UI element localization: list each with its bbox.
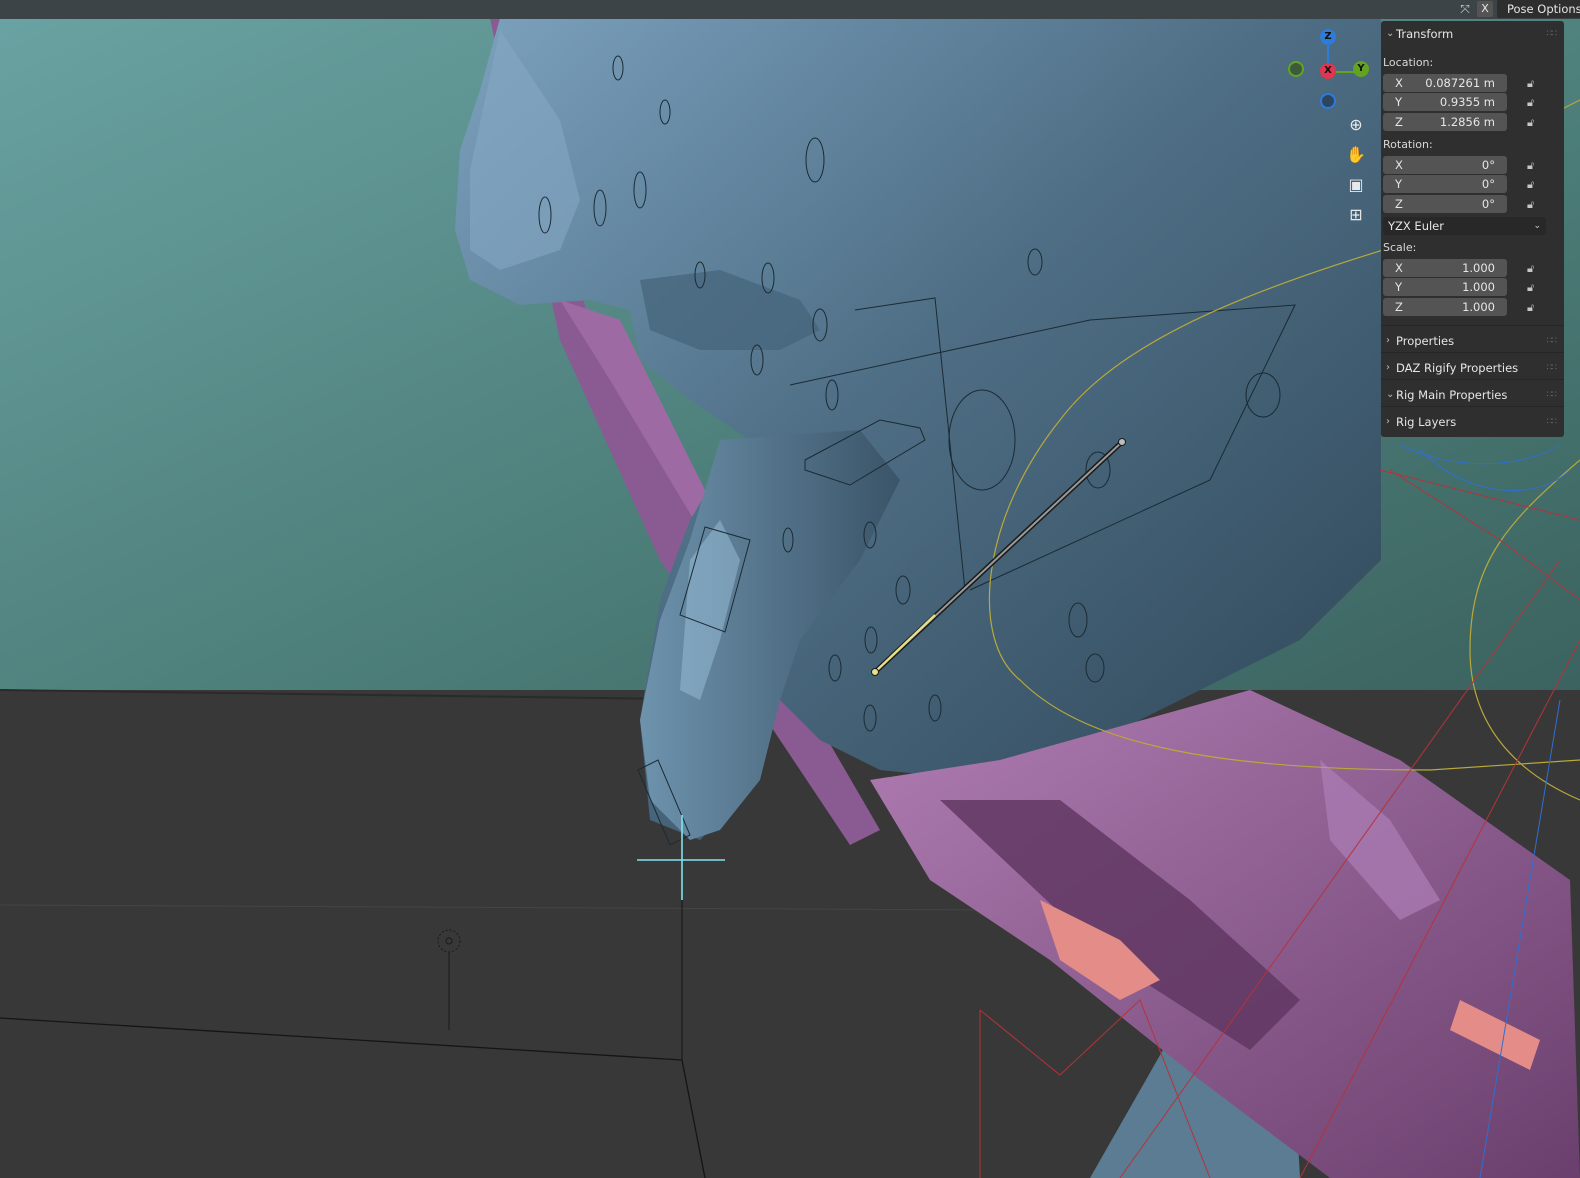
- transform-title: Transform: [1396, 27, 1454, 41]
- gizmo-x-axis[interactable]: X: [1320, 63, 1336, 79]
- drag-handle-icon[interactable]: ∷∷: [1547, 23, 1558, 45]
- transform-panel-header[interactable]: ⌄ Transform ∷∷: [1381, 23, 1564, 45]
- divider: [1381, 379, 1564, 380]
- rotation-mode-select[interactable]: YZX Euler ⌄: [1383, 217, 1546, 235]
- gizmo-y-axis[interactable]: Y: [1353, 61, 1369, 77]
- rotation-y-field[interactable]: Y 0°: [1383, 175, 1507, 193]
- panel-title: DAZ Rigify Properties: [1396, 361, 1519, 375]
- scale-z-field[interactable]: Z 1.000: [1383, 298, 1507, 316]
- scale-label: Scale:: [1383, 241, 1417, 254]
- lock-icon[interactable]: 🔓︎: [1527, 160, 1541, 172]
- lock-icon[interactable]: 🔓︎: [1527, 282, 1541, 294]
- gizmo-neg-y-axis[interactable]: [1288, 61, 1304, 77]
- gizmo-z-axis[interactable]: Z: [1320, 29, 1336, 45]
- rig-main-properties-panel-header[interactable]: ⌄ Rig Main Properties ∷∷: [1381, 384, 1564, 406]
- panel-title: Rig Layers: [1396, 415, 1457, 429]
- properties-panel-header[interactable]: › Properties ∷∷: [1381, 330, 1564, 352]
- gizmo-neg-z-axis[interactable]: [1320, 93, 1336, 109]
- zoom-icon[interactable]: ⊕: [1343, 112, 1369, 138]
- drag-handle-icon[interactable]: ∷∷: [1547, 411, 1558, 433]
- panel-title: Properties: [1396, 334, 1455, 348]
- pose-options-button[interactable]: Pose Options: [1497, 0, 1580, 18]
- panel-title: Rig Main Properties: [1396, 388, 1508, 402]
- chevron-down-icon: ⌄: [1533, 221, 1541, 231]
- lock-icon[interactable]: 🔓︎: [1527, 97, 1541, 109]
- close-button[interactable]: X: [1477, 1, 1493, 17]
- scale-x-field[interactable]: X 1.000: [1383, 259, 1507, 277]
- sidebar-panel: ⌄ Transform ∷∷ Location: X 0.087261 m 🔓︎ …: [1381, 21, 1564, 437]
- divider: [1381, 406, 1564, 407]
- scale-y-field[interactable]: Y 1.000: [1383, 278, 1507, 296]
- divider: [1381, 325, 1564, 326]
- lock-icon[interactable]: 🔓︎: [1527, 78, 1541, 90]
- daz-rigify-properties-panel-header[interactable]: › DAZ Rigify Properties ∷∷: [1381, 357, 1564, 379]
- viewport-header: ⤧ X Pose Options: [0, 0, 1580, 19]
- lock-icon[interactable]: 🔓︎: [1527, 117, 1541, 129]
- lock-icon[interactable]: 🔓︎: [1527, 179, 1541, 191]
- rotation-z-field[interactable]: Z 0°: [1383, 195, 1507, 213]
- drag-handle-icon[interactable]: ∷∷: [1547, 384, 1558, 406]
- 3d-viewport[interactable]: [0, 0, 1580, 1178]
- location-label: Location:: [1383, 56, 1434, 69]
- hand-pan-icon[interactable]: ✋: [1343, 142, 1369, 168]
- rig-layers-panel-header[interactable]: › Rig Layers ∷∷: [1381, 411, 1564, 433]
- overlay-toggle-icon[interactable]: ⤧: [1457, 1, 1473, 17]
- lock-icon[interactable]: 🔓︎: [1527, 302, 1541, 314]
- drag-handle-icon[interactable]: ∷∷: [1547, 330, 1558, 352]
- location-x-field[interactable]: X 0.087261 m: [1383, 74, 1507, 92]
- lock-icon[interactable]: 🔓︎: [1527, 263, 1541, 275]
- camera-icon[interactable]: ▣: [1343, 172, 1369, 198]
- location-y-field[interactable]: Y 0.9355 m: [1383, 93, 1507, 111]
- lock-icon[interactable]: 🔓︎: [1527, 199, 1541, 211]
- perspective-grid-icon[interactable]: ⊞: [1343, 202, 1369, 228]
- location-z-field[interactable]: Z 1.2856 m: [1383, 113, 1507, 131]
- rotation-label: Rotation:: [1383, 138, 1433, 151]
- divider: [1381, 352, 1564, 353]
- rotation-x-field[interactable]: X 0°: [1383, 156, 1507, 174]
- drag-handle-icon[interactable]: ∷∷: [1547, 357, 1558, 379]
